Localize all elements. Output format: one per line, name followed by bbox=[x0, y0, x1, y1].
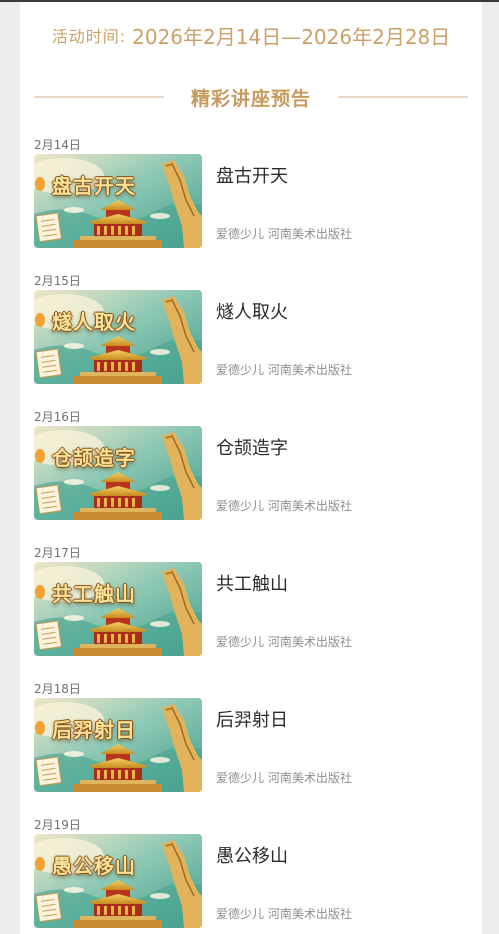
lecture-title[interactable]: 盘古开天 bbox=[216, 162, 288, 188]
lecture-publisher: 河南美术出版社 bbox=[267, 227, 352, 241]
lecture-date: 2月14日 bbox=[34, 138, 81, 152]
thumbnail-title: 燧人取火 bbox=[52, 310, 136, 334]
lecture-author: 爱德少儿 bbox=[216, 499, 265, 513]
section-header: 精彩讲座预告 bbox=[34, 82, 468, 112]
lecture-date: 2月19日 bbox=[34, 818, 81, 832]
palace-illustration bbox=[34, 290, 202, 384]
lecture-item[interactable]: 2月15日 燧人取火 燧人取火 爱德少儿 河南美术出版社 bbox=[20, 272, 482, 402]
lecture-source: 爱德少儿 河南美术出版社 bbox=[216, 497, 352, 514]
section-divider-right bbox=[337, 96, 468, 98]
palace-illustration bbox=[34, 698, 202, 792]
section-title: 精彩讲座预告 bbox=[190, 87, 311, 110]
lecture-date: 2月17日 bbox=[34, 546, 81, 560]
lecture-author: 爱德少儿 bbox=[216, 227, 265, 241]
lecture-title[interactable]: 后羿射日 bbox=[216, 706, 288, 732]
lecture-publisher: 河南美术出版社 bbox=[267, 635, 352, 649]
lecture-author: 爱德少儿 bbox=[216, 907, 265, 921]
section-divider-left bbox=[34, 96, 164, 98]
lecture-item[interactable]: 2月19日 愚公移山 愚公移山 爱德少儿 河南美术出版社 bbox=[20, 816, 482, 934]
lecture-thumbnail[interactable]: 仓颉造字 bbox=[34, 426, 202, 520]
lecture-item[interactable]: 2月14日 盘古开天 盘古开天 爱德少儿 河南美术出版社 bbox=[20, 136, 482, 266]
lecture-title[interactable]: 仓颉造字 bbox=[216, 434, 288, 460]
activity-period: 活动时间: 2026年2月14日—2026年2月28日 bbox=[20, 18, 482, 52]
activity-period-label: 活动时间: bbox=[51, 27, 127, 46]
lecture-publisher: 河南美术出版社 bbox=[267, 771, 352, 785]
lecture-source: 爱德少儿 河南美术出版社 bbox=[216, 361, 352, 378]
palace-illustration bbox=[34, 834, 202, 928]
lecture-author: 爱德少儿 bbox=[216, 363, 265, 377]
lecture-publisher: 河南美术出版社 bbox=[267, 907, 352, 921]
lecture-item[interactable]: 2月18日 后羿射日 后羿射日 爱德少儿 河南美术出版社 bbox=[20, 680, 482, 810]
lecture-source: 爱德少儿 河南美术出版社 bbox=[216, 905, 352, 922]
thumbnail-title: 仓颉造字 bbox=[52, 446, 136, 470]
palace-illustration bbox=[34, 154, 202, 248]
lecture-publisher: 河南美术出版社 bbox=[267, 363, 352, 377]
lecture-title[interactable]: 共工触山 bbox=[216, 570, 288, 596]
lecture-publisher: 河南美术出版社 bbox=[267, 499, 352, 513]
lecture-date: 2月16日 bbox=[34, 410, 81, 424]
lecture-item[interactable]: 2月17日 共工触山 共工触山 爱德少儿 河南美术出版社 bbox=[20, 544, 482, 674]
activity-period-dates: 2026年2月14日—2026年2月28日 bbox=[132, 24, 451, 49]
lecture-thumbnail[interactable]: 后羿射日 bbox=[34, 698, 202, 792]
lecture-title[interactable]: 愚公移山 bbox=[216, 842, 288, 868]
thumbnail-title: 愚公移山 bbox=[52, 854, 136, 878]
lecture-schedule-card: 活动时间: 2026年2月14日—2026年2月28日 精彩讲座预告 2月14日… bbox=[20, 2, 482, 934]
thumbnail-title: 共工触山 bbox=[52, 582, 136, 606]
thumbnail-title: 盘古开天 bbox=[52, 174, 136, 198]
palace-illustration bbox=[34, 426, 202, 520]
palace-illustration bbox=[34, 562, 202, 656]
lecture-item[interactable]: 2月16日 仓颉造字 仓颉造字 爱德少儿 河南美术出版社 bbox=[20, 408, 482, 538]
lecture-source: 爱德少儿 河南美术出版社 bbox=[216, 769, 352, 786]
lecture-thumbnail[interactable]: 共工触山 bbox=[34, 562, 202, 656]
lecture-thumbnail[interactable]: 愚公移山 bbox=[34, 834, 202, 928]
lecture-date: 2月15日 bbox=[34, 274, 81, 288]
lecture-author: 爱德少儿 bbox=[216, 635, 265, 649]
lecture-thumbnail[interactable]: 盘古开天 bbox=[34, 154, 202, 248]
thumbnail-title: 后羿射日 bbox=[52, 718, 136, 742]
lecture-source: 爱德少儿 河南美术出版社 bbox=[216, 225, 352, 242]
lecture-thumbnail[interactable]: 燧人取火 bbox=[34, 290, 202, 384]
lecture-date: 2月18日 bbox=[34, 682, 81, 696]
lecture-title[interactable]: 燧人取火 bbox=[216, 298, 288, 324]
lecture-source: 爱德少儿 河南美术出版社 bbox=[216, 633, 352, 650]
lecture-author: 爱德少儿 bbox=[216, 771, 265, 785]
